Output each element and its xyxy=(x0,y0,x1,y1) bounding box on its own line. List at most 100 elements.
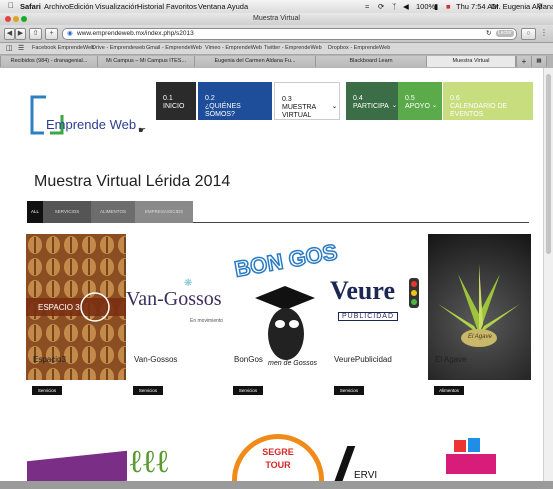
reload-icon[interactable]: ↻ xyxy=(486,29,491,39)
nav-calendario[interactable]: 0.6 CALENDARIO DE EVENTOS xyxy=(443,82,533,120)
card-agave-art-text: El Agave xyxy=(468,334,492,340)
card-van-gossos-art-text: Van-Gossos xyxy=(126,288,222,310)
chevron-down-icon: ⌄ xyxy=(432,103,438,109)
filter-all[interactable]: ALL xyxy=(27,201,43,223)
wifi-icon[interactable]: ≈ xyxy=(365,2,369,11)
site-logo[interactable]: Emprende Web ☛ xyxy=(30,95,160,143)
logo-text: Emprende Web xyxy=(46,117,137,132)
filter-alimentos[interactable]: ALIMENTOS xyxy=(91,201,135,223)
downloads-button[interactable]: ○ xyxy=(521,28,536,40)
card-van-gossos-name[interactable]: Van-Gossos xyxy=(134,355,177,364)
nav-quienes-somos[interactable]: 0.2 ¿QUIÉNES SOMOS? xyxy=(198,82,272,120)
page-scrollbar[interactable] xyxy=(543,68,553,483)
menu-edicion[interactable]: Edición xyxy=(69,2,94,11)
nav-muestra-virtual[interactable]: 0.3 MUESTRA VIRTUAL ⌄ xyxy=(274,82,340,120)
row2-card-green-letters[interactable]: ℓℓℓ xyxy=(128,436,226,483)
row2-card-ervi[interactable]: ERVI xyxy=(332,446,420,483)
menu-favoritos[interactable]: Favoritos xyxy=(166,2,197,11)
traffic-light-icon xyxy=(409,278,419,308)
nav-inicio[interactable]: 0.1 INICIO xyxy=(156,82,196,120)
volume-icon[interactable]: ◀ xyxy=(403,2,409,11)
card-veure-art-sub: PUBLICIDAD xyxy=(338,312,399,321)
card-veure-name[interactable]: VeurePublicidad xyxy=(334,355,392,364)
address-bar[interactable]: ◉ www.emprendeweb.mx/index.php/s2013 ↻ L… xyxy=(62,28,517,40)
card-van-gossos-art-sub: En movimiento xyxy=(190,318,224,324)
dog-graduate-icon xyxy=(255,286,315,360)
row2-card-cart-icon[interactable] xyxy=(440,438,500,483)
add-tab-button[interactable]: + xyxy=(516,56,532,67)
bookmark-dropbox[interactable]: Dropbox - EmprendeWeb xyxy=(328,45,390,51)
url-text: www.emprendeweb.mx/index.php/s2013 xyxy=(77,30,194,37)
tab-mi-campus[interactable]: Mi Campus – Mi Campus ITES... xyxy=(97,56,195,67)
chevron-down-icon: ⌄ xyxy=(332,104,338,110)
card-espacio3-art-text: ESPACIO 3 xyxy=(38,303,80,312)
card-espacio3-name[interactable]: Espacio3 xyxy=(33,355,66,364)
menu-bar:  Safari Archivo Edición Visualización H… xyxy=(0,0,553,14)
page-title: Muestra Virtual Lérida 2014 xyxy=(34,173,231,190)
card-bongos-art-text: BON GOS xyxy=(232,238,340,282)
spotlight-icon[interactable]: ⚲ xyxy=(537,2,543,11)
forward-button[interactable]: ▶ xyxy=(15,28,26,40)
card-agave-name[interactable]: El Agave xyxy=(435,355,467,364)
tab-gmail[interactable]: Recibidos (984) - dranagenial... xyxy=(0,56,98,67)
menu-visualizacion[interactable]: Visualización xyxy=(95,2,139,11)
scrollbar-thumb[interactable] xyxy=(546,74,551,254)
ervi-text: ERVI xyxy=(354,470,378,481)
card-espacio3-badge[interactable]: Servicios xyxy=(32,386,62,395)
share-button[interactable]: ⇧ xyxy=(29,28,42,40)
bookmark-gmail[interactable]: Gmail - EmprendeWeb xyxy=(146,45,202,51)
card-veure-badge[interactable]: Servicios xyxy=(334,386,364,395)
nav-participa[interactable]: 0.4 PARTICIPA ⌄ xyxy=(346,82,402,120)
chevron-down-icon: ⌄ xyxy=(392,103,398,109)
tab-overview-icon[interactable]: ▦ xyxy=(531,56,547,67)
reader-button[interactable]: Lector xyxy=(496,30,514,37)
card-veure-art-text: Veure xyxy=(330,276,395,305)
filter-divider xyxy=(193,222,529,223)
bookmarks-icon[interactable]: ☰ xyxy=(18,44,24,52)
card-van-gossos-image[interactable]: Van-Gossos En movimiento ❋ xyxy=(126,278,226,338)
bookmark-facebook[interactable]: Facebook EmprendeWeb xyxy=(32,45,94,51)
tab-bar: Recibidos (984) - dranagenial... Mi Camp… xyxy=(0,55,553,69)
card-van-gossos-badge[interactable]: Servicios xyxy=(133,386,163,395)
bookmarks-bar: ◫ ☰ Facebook EmprendeWeb Drive - Emprend… xyxy=(0,43,553,55)
card-bongos-name[interactable]: BonGos xyxy=(234,355,263,364)
bookmark-vimeo[interactable]: Vimeo - EmprendeWeb xyxy=(205,45,262,51)
bookmark-drive[interactable]: Drive - Emprendeweb xyxy=(92,45,145,51)
battery-icon[interactable]: ▮ xyxy=(434,2,438,11)
app-menu[interactable]: Safari xyxy=(20,2,41,11)
status-bar xyxy=(0,481,553,489)
menu-historial[interactable]: Historial xyxy=(137,2,164,11)
battery-text: 100% xyxy=(416,2,436,11)
nav-apoyo[interactable]: 0.5 APOYO ⌄ xyxy=(398,82,442,120)
sync-icon[interactable]: ⟳ xyxy=(378,2,384,11)
new-tab-button[interactable]: + xyxy=(45,28,58,40)
bookmark-twitter[interactable]: Twitter - EmprendeWeb xyxy=(264,45,322,51)
tour-text: TOUR xyxy=(265,460,291,470)
toolbar-overflow-icon[interactable]: ⋮ xyxy=(540,28,548,37)
tab-muestra-virtual[interactable]: Muestra Virtual xyxy=(426,56,516,67)
card-veure-image[interactable]: Veure PUBLICIDAD xyxy=(330,276,428,332)
flag-icon[interactable]: ■ xyxy=(446,2,451,11)
bluetooth-icon[interactable]: ᛉ xyxy=(392,2,397,11)
browser-toolbar: ◀ ▶ ⇧ + ◉ www.emprendeweb.mx/index.php/s… xyxy=(0,25,553,43)
menu-archivo[interactable]: Archivo xyxy=(44,2,69,11)
paw-icon: ❋ xyxy=(184,278,193,289)
user-menu[interactable]: Dr. Eugenia Aldana xyxy=(491,2,553,11)
web-page: Emprende Web ☛ 0.1 INICIO 0.2 ¿QUIÉNES SOM… xyxy=(0,68,543,483)
tab-eugenia[interactable]: Eugenia del Carmen Aldana Fu... xyxy=(194,56,316,67)
globe-icon: ◉ xyxy=(67,30,73,37)
card-bongos-badge[interactable]: Servicios xyxy=(233,386,263,395)
filter-empresas[interactable]: EMPRESAS/ICIDS xyxy=(135,201,193,223)
row2-card-purple[interactable] xyxy=(27,450,127,483)
reading-list-icon[interactable]: ◫ xyxy=(6,44,13,52)
tab-blackboard[interactable]: Blackboard Learn xyxy=(315,56,427,67)
card-bongos-art-sub: men de Gossos xyxy=(268,360,318,367)
card-agave-badge[interactable]: Alimentos xyxy=(434,386,464,395)
menu-ventana[interactable]: Ventana xyxy=(198,2,226,11)
row2-card-segre[interactable]: SEGRE TOUR xyxy=(232,434,324,483)
ervi-slash-icon xyxy=(332,446,356,483)
back-button[interactable]: ◀ xyxy=(4,28,15,40)
menu-ayuda[interactable]: Ayuda xyxy=(227,2,248,11)
filter-servicios[interactable]: SERVICIOS xyxy=(43,201,91,223)
apple-icon[interactable]:  xyxy=(8,1,14,10)
